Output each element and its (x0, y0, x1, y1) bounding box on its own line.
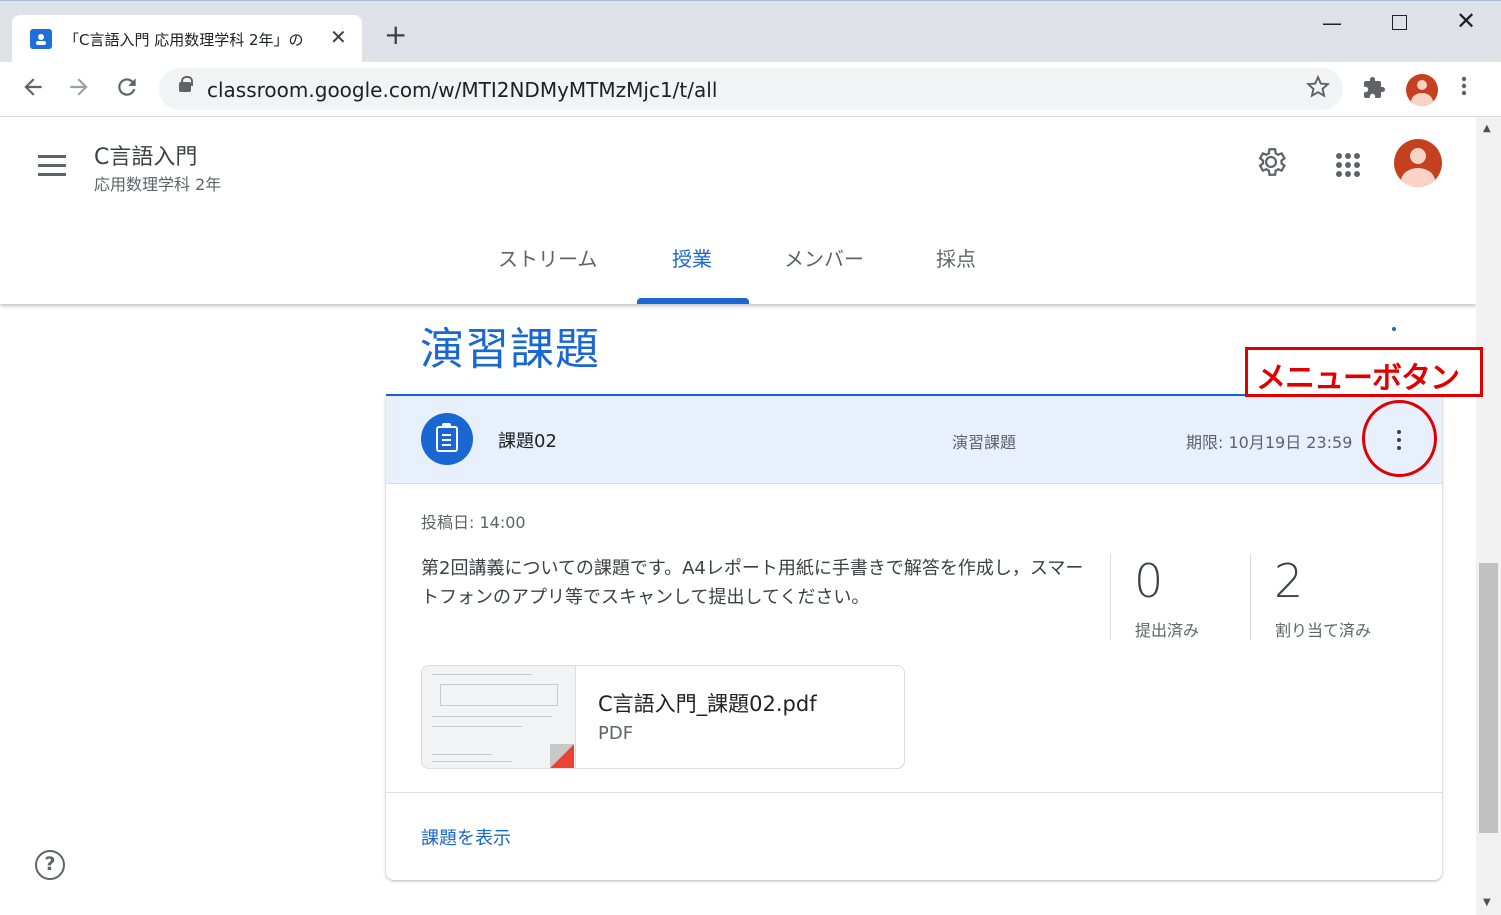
page-scrollbar[interactable]: ▲ ▼ (1476, 117, 1501, 915)
tab-close-icon[interactable]: ✕ (330, 25, 347, 49)
main-menu-icon[interactable] (38, 155, 66, 176)
stat-divider (1250, 554, 1251, 640)
topic-title: 演習課題 (420, 324, 600, 375)
reload-icon[interactable] (114, 74, 140, 106)
course-title[interactable]: C言語入門 (94, 139, 197, 171)
stat-divider (1110, 554, 1111, 640)
browser-menu-icon[interactable] (1460, 74, 1468, 104)
profile-avatar-small[interactable] (1406, 74, 1438, 106)
classroom-page: C言語入門 応用数理学科 2年 ストリーム 授業 メンバー 採点 演習課題 課題… (0, 117, 1476, 915)
browser-toolbar: classroom.google.com/w/MTI2NDMyMTMzMjc1/… (0, 62, 1501, 117)
browser-tab[interactable]: 「C言語入門 応用数理学科 2年」の ✕ (12, 15, 362, 63)
tab-classwork[interactable]: 授業 (672, 243, 712, 272)
pdf-file-icon (550, 744, 574, 768)
scroll-down-icon[interactable]: ▼ (1483, 897, 1491, 908)
browser-tab-strip: 「C言語入門 応用数理学科 2年」の ✕ + — ✕ (0, 0, 1501, 63)
assignment-due-date: 期限: 10月19日 23:59 (1186, 433, 1353, 452)
window-close-icon[interactable]: ✕ (1456, 7, 1476, 35)
extensions-puzzle-icon[interactable] (1362, 76, 1386, 106)
lock-icon[interactable] (179, 76, 193, 92)
account-avatar[interactable] (1394, 139, 1442, 187)
assignment-topic: 演習課題 (952, 433, 1017, 452)
forward-icon[interactable] (66, 74, 92, 106)
tab-title: 「C言語入門 応用数理学科 2年」の (64, 31, 304, 49)
address-bar[interactable]: classroom.google.com/w/MTI2NDMyMTMzMjc1/… (159, 68, 1343, 110)
assignment-title[interactable]: 課題02 (498, 427, 557, 453)
active-tab-indicator (637, 298, 749, 304)
back-icon[interactable] (20, 74, 46, 106)
attachment-pdf[interactable]: C言語入門_課題02.pdf PDF (421, 665, 905, 769)
google-apps-icon[interactable] (1336, 153, 1360, 177)
scroll-up-icon[interactable]: ▲ (1483, 123, 1491, 134)
url-text[interactable]: classroom.google.com/w/MTI2NDMyMTMzMjc1/… (207, 78, 717, 102)
assignment-header[interactable]: 課題02 演習課題 期限: 10月19日 23:59 (386, 396, 1442, 484)
assignment-description: 第2回講義についての課題です。A4レポート用紙に手書きで解答を作成し，スマートフ… (421, 558, 1084, 608)
classroom-favicon-icon (30, 29, 52, 49)
tab-people[interactable]: メンバー (784, 243, 864, 272)
settings-gear-icon[interactable] (1254, 145, 1288, 188)
view-assignment-link[interactable]: 課題を表示 (421, 824, 511, 850)
classroom-header: C言語入門 応用数理学科 2年 ストリーム 授業 メンバー 採点 (0, 117, 1476, 304)
tab-stream[interactable]: ストリーム (498, 243, 597, 272)
attachment-filename: C言語入門_課題02.pdf (598, 692, 817, 716)
assignment-card: 課題02 演習課題 期限: 10月19日 23:59 投稿日: 14:00 第2… (386, 396, 1442, 880)
posted-time: 投稿日: 14:00 (421, 513, 526, 532)
assigned-count[interactable]: 2 (1274, 554, 1303, 608)
topic-menu-icon[interactable] (1392, 327, 1398, 335)
card-divider (386, 792, 1442, 793)
scrollbar-thumb[interactable] (1479, 563, 1498, 833)
turned-in-count[interactable]: 0 (1134, 554, 1163, 608)
turned-in-label[interactable]: 提出済み (1135, 617, 1199, 641)
attachment-type: PDF (598, 723, 634, 744)
assignment-clipboard-icon (421, 413, 473, 465)
tab-grades[interactable]: 採点 (936, 243, 976, 272)
assigned-label[interactable]: 割り当て済み (1275, 617, 1371, 641)
course-subtitle: 応用数理学科 2年 (94, 175, 222, 194)
window-maximize-icon[interactable] (1392, 15, 1407, 30)
new-tab-icon[interactable]: + (384, 21, 407, 49)
bookmark-star-icon[interactable] (1305, 74, 1331, 106)
annotation-label: メニューボタン (1256, 361, 1460, 396)
annotation-label-box: メニューボタン (1245, 347, 1483, 397)
help-icon[interactable]: ? (35, 850, 65, 880)
annotation-highlight-circle (1362, 400, 1437, 477)
window-minimize-icon[interactable]: — (1322, 11, 1342, 35)
